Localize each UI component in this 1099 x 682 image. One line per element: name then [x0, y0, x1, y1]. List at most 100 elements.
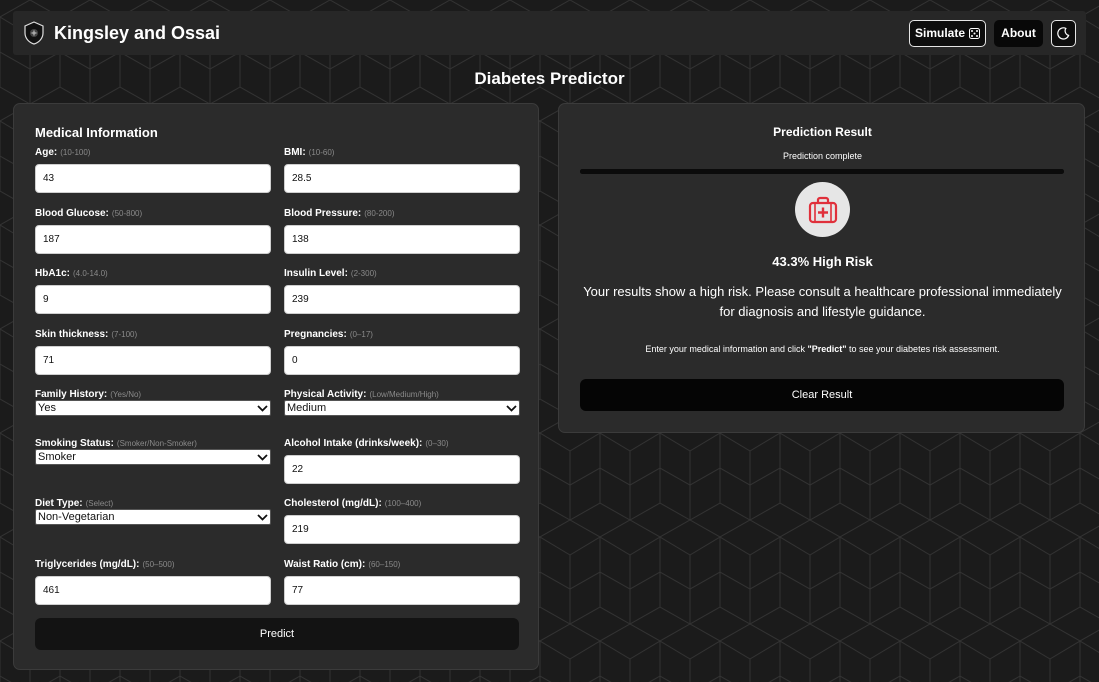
waist-ratio-label: Waist Ratio (cm): [284, 559, 366, 570]
age-hint: (10-100) [60, 148, 91, 157]
skin-thickness-label: Skin thickness: [35, 329, 109, 340]
simulate-label: Simulate [914, 26, 965, 40]
hba1c-input[interactable]: 9 [35, 285, 271, 314]
diet-type-value: Non-Vegetarian [38, 511, 115, 523]
blood-glucose-field: Blood Glucose: (50-800) 187 [35, 208, 271, 254]
diet-type-select[interactable]: Non-Vegetarian [35, 509, 271, 525]
smoking-status-field: Smoking Status: (Smoker/Non-Smoker) Smoke… [35, 438, 271, 465]
blood-pressure-label: Blood Pressure: [284, 208, 362, 219]
skin-thickness-input[interactable]: 71 [35, 346, 271, 375]
risk-message: Your results show a high risk. Please co… [583, 284, 1062, 319]
brand-name[interactable]: Kingsley and Ossai [54, 23, 220, 44]
shield-logo-icon [24, 21, 44, 45]
physical-activity-label: Physical Activity: [284, 389, 367, 400]
smoking-status-label: Smoking Status: [35, 438, 114, 449]
risk-label: 43.3% High Risk [772, 254, 873, 269]
alcohol-intake-input[interactable]: 22 [284, 455, 520, 484]
blood-pressure-field: Blood Pressure: (80-200) 138 [284, 208, 520, 254]
chevron-down-icon [257, 453, 268, 461]
cholesterol-hint: (100–400) [384, 499, 422, 508]
insulin-level-label: Insulin Level: [284, 268, 348, 279]
age-field: Age: (10-100) 43 [35, 147, 271, 193]
chevron-down-icon [257, 513, 268, 521]
page-title: Diabetes Predictor [474, 69, 625, 88]
prediction-result-card: Prediction Result Prediction complete 43… [558, 103, 1085, 433]
medical-kit-icon [808, 196, 837, 223]
moon-icon [1057, 26, 1070, 40]
alcohol-intake-label: Alcohol Intake (drinks/week): [284, 438, 423, 449]
instruction-post: to see your diabetes risk assessment. [846, 344, 1000, 354]
form-title: Medical Information [35, 125, 158, 140]
alcohol-intake-hint: (0–30) [425, 439, 449, 448]
bmi-label: BMI: [284, 147, 306, 158]
blood-glucose-label: Blood Glucose: [35, 208, 109, 219]
smoking-status-select[interactable]: Smoker [35, 449, 271, 465]
family-history-label: Family History: [35, 389, 108, 400]
medical-info-card: Medical Information Age: (10-100) 43 BMI:… [13, 103, 539, 670]
navbar: Kingsley and Ossai Simulate About [13, 11, 1086, 55]
dice-icon [969, 27, 980, 39]
bmi-field: BMI: (10-60) 28.5 [284, 147, 520, 193]
age-input[interactable]: 43 [35, 164, 271, 193]
diet-type-label: Diet Type: [35, 498, 83, 509]
family-history-field: Family History: (Yes/No) Yes [35, 389, 271, 416]
instruction-text: Enter your medical information and click… [559, 344, 1086, 354]
waist-ratio-hint: (60–150) [368, 560, 401, 569]
diet-type-field: Diet Type: (Select) Non-Vegetarian [35, 498, 271, 525]
alcohol-intake-field: Alcohol Intake (drinks/week): (0–30) 22 [284, 438, 520, 484]
hba1c-hint: (4.0-14.0) [73, 269, 108, 278]
about-button[interactable]: About [994, 19, 1043, 47]
clear-result-button[interactable]: Clear Result [580, 379, 1064, 411]
cholesterol-field: Cholesterol (mg/dL): (100–400) 219 [284, 498, 520, 544]
instruction-pre: Enter your medical information and click [645, 344, 808, 354]
theme-toggle-button[interactable] [1051, 19, 1076, 47]
smoking-status-value: Smoker [38, 451, 76, 463]
result-title: Prediction Result [773, 125, 872, 139]
insulin-level-field: Insulin Level: (2-300) 239 [284, 268, 520, 314]
nav-actions: Simulate About [909, 19, 1076, 47]
blood-pressure-input[interactable]: 138 [284, 225, 520, 254]
waist-ratio-field: Waist Ratio (cm): (60–150) 77 [284, 559, 520, 605]
triglycerides-label: Triglycerides (mg/dL): [35, 559, 140, 570]
hba1c-label: HbA1c: [35, 268, 71, 279]
blood-glucose-input[interactable]: 187 [35, 225, 271, 254]
result-status: Prediction complete [782, 151, 863, 161]
family-history-select[interactable]: Yes [35, 400, 271, 416]
blood-pressure-hint: (80-200) [364, 209, 395, 218]
pregnancies-hint: (0–17) [349, 330, 373, 339]
simulate-button[interactable]: Simulate [909, 19, 986, 47]
insulin-level-input[interactable]: 239 [284, 285, 520, 314]
physical-activity-select[interactable]: Medium [284, 400, 520, 416]
cholesterol-input[interactable]: 219 [284, 515, 520, 544]
chevron-down-icon [506, 404, 517, 412]
instruction-predict: "Predict" [807, 344, 847, 354]
risk-icon-circle [795, 182, 850, 237]
insulin-level-hint: (2-300) [350, 269, 377, 278]
age-label: Age: [35, 147, 58, 158]
hba1c-field: HbA1c: (4.0-14.0) 9 [35, 268, 271, 314]
cholesterol-label: Cholesterol (mg/dL): [284, 498, 382, 509]
waist-ratio-input[interactable]: 77 [284, 576, 520, 605]
skin-thickness-field: Skin thickness: (7-100) 71 [35, 329, 271, 375]
diet-type-hint: (Select) [85, 499, 114, 508]
physical-activity-value: Medium [287, 402, 327, 414]
triglycerides-field: Triglycerides (mg/dL): (50–500) 461 [35, 559, 271, 605]
skin-thickness-hint: (7-100) [111, 330, 138, 339]
progress-bar [580, 169, 1064, 174]
bmi-hint: (10-60) [308, 148, 335, 157]
pregnancies-label: Pregnancies: [284, 329, 347, 340]
pregnancies-field: Pregnancies: (0–17) 0 [284, 329, 520, 375]
physical-activity-hint: (Low/Medium/High) [369, 390, 439, 399]
progress-fill [580, 169, 1064, 174]
physical-activity-field: Physical Activity: (Low/Medium/High) Medi… [284, 389, 520, 416]
bmi-input[interactable]: 28.5 [284, 164, 520, 193]
triglycerides-hint: (50–500) [142, 560, 175, 569]
triglycerides-input[interactable]: 461 [35, 576, 271, 605]
smoking-status-hint: (Smoker/Non-Smoker) [116, 439, 197, 448]
chevron-down-icon [257, 404, 268, 412]
predict-button[interactable]: Predict [35, 618, 519, 650]
blood-glucose-hint: (50-800) [111, 209, 143, 218]
family-history-value: Yes [38, 402, 56, 414]
family-history-hint: (Yes/No) [110, 390, 142, 399]
pregnancies-input[interactable]: 0 [284, 346, 520, 375]
